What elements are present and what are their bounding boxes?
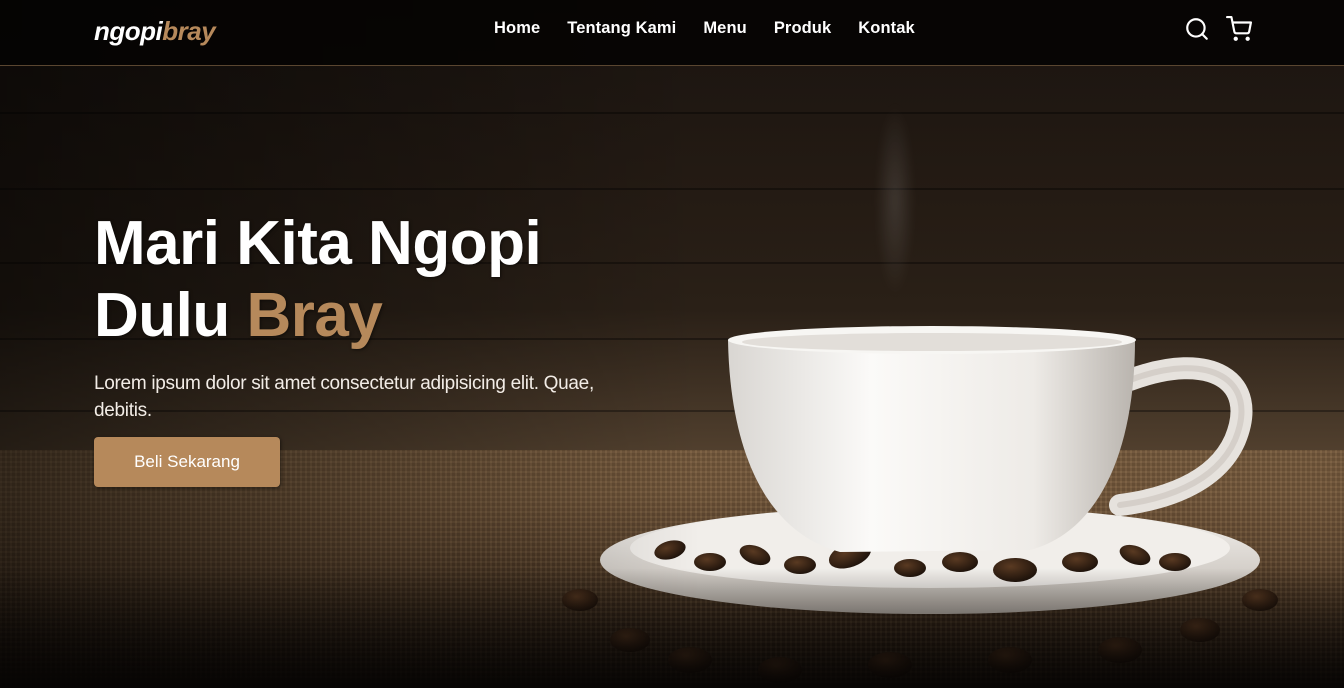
hero-title: Mari Kita Ngopi Dulu Bray [94, 208, 654, 352]
hero-content: Mari Kita Ngopi Dulu Bray Lorem ipsum do… [94, 208, 654, 487]
nav-link-tentang-kami[interactable]: Tentang Kami [567, 19, 676, 38]
hero-description: Lorem ipsum dolor sit amet consectetur a… [94, 373, 594, 421]
nav-icons [1184, 15, 1252, 42]
hero-title-line1: Mari Kita Ngopi [94, 209, 542, 278]
hero-title-accent: Bray [246, 281, 383, 350]
shopping-cart-icon[interactable] [1226, 15, 1252, 42]
brand-logo[interactable]: ngopibray [94, 16, 216, 47]
nav-link-home[interactable]: Home [494, 19, 540, 38]
steam [860, 60, 930, 340]
navbar: ngopibray Home Tentang Kami Menu Produk … [0, 0, 1344, 66]
buy-now-button[interactable]: Beli Sekarang [94, 437, 280, 487]
brand-name-main: ngopi [94, 16, 163, 46]
search-icon[interactable] [1184, 16, 1210, 42]
nav-link-produk[interactable]: Produk [774, 19, 831, 38]
bottom-fade [0, 568, 1344, 688]
nav-link-kontak[interactable]: Kontak [858, 19, 915, 38]
brand-name-accent: bray [162, 16, 216, 46]
nav-link-menu[interactable]: Menu [703, 19, 746, 38]
hero-title-line2: Dulu [94, 281, 230, 350]
nav-links: Home Tentang Kami Menu Produk Kontak [494, 19, 915, 38]
